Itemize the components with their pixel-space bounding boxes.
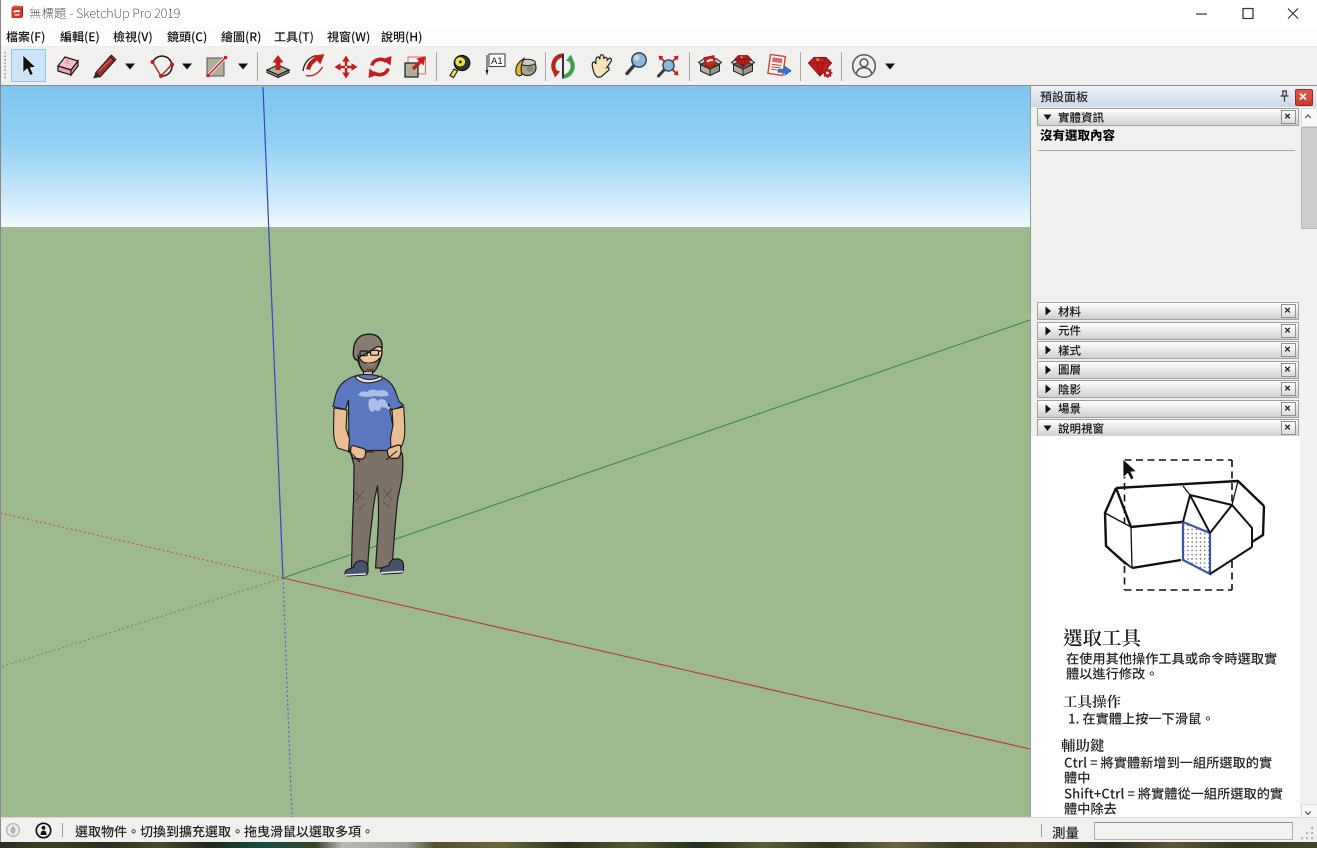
- svg-text:A1: A1: [491, 56, 503, 67]
